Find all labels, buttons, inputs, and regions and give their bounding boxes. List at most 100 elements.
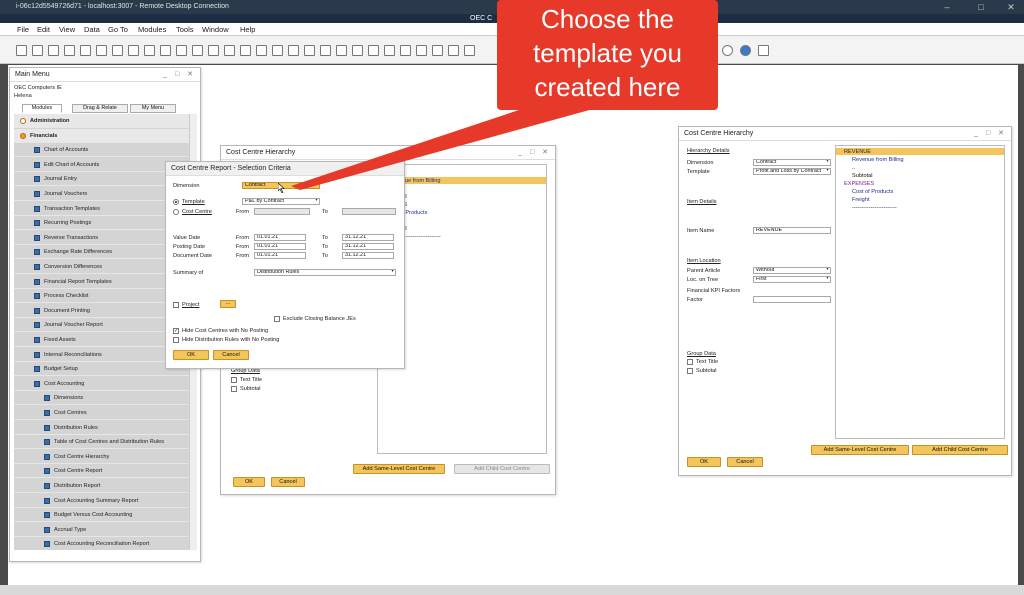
fax-icon[interactable] [64,45,75,56]
tree-item[interactable]: .. [852,165,855,171]
text-title-checkbox[interactable] [231,377,237,383]
globe-icon[interactable] [722,45,733,56]
menu-window[interactable]: Window [202,25,229,34]
filter-icon[interactable] [176,45,187,56]
query-icon[interactable] [384,45,395,56]
menu-tools[interactable]: Tools [176,25,194,34]
minimize-icon[interactable]: – [936,0,958,14]
template-select[interactable]: Profit and Loss by Contract [753,168,831,175]
new-icon[interactable] [16,45,27,56]
main-menu-item[interactable]: Cost Accounting [14,377,190,391]
tree-item[interactable]: REVENUE [844,149,871,155]
exclude-closing-checkbox[interactable] [274,316,280,322]
tab-modules[interactable]: Modules [22,104,62,113]
subtotal-checkbox[interactable] [231,386,237,392]
target-document-icon[interactable] [320,45,331,56]
volume-weight-icon[interactable] [352,45,363,56]
maximize-icon[interactable]: □ [970,0,992,14]
document-date-from-field[interactable]: 01.01.21 [254,252,306,259]
tab-my-menu[interactable]: My Menu [130,104,176,113]
menu-data[interactable]: Data [84,25,100,34]
factor-field[interactable] [753,296,831,303]
main-menu-item[interactable]: Distribution Rules [14,421,190,435]
tree-item[interactable]: Cost of Products [852,189,893,195]
value-date-from-field[interactable]: 01.01.21 [254,234,306,241]
ok-button[interactable]: OK [233,477,265,487]
settings-icon[interactable] [368,45,379,56]
first-record-icon[interactable] [224,45,235,56]
parent-article-select[interactable]: Without [753,267,831,274]
add-same-level-button[interactable]: Add Same-Level Cost Centre [811,445,909,455]
hide-distribution-rules-checkbox[interactable] [173,337,179,343]
main-menu-item[interactable]: Cost Accounting Reconciliation Report [14,537,190,550]
sort-icon[interactable] [192,45,203,56]
tree-item[interactable]: Revenue from Billing [852,157,904,163]
last-record-icon[interactable] [272,45,283,56]
text-title-checkbox[interactable] [687,359,693,365]
next-record-icon[interactable] [256,45,267,56]
menu-file[interactable]: File [17,25,29,34]
tree-item[interactable]: EXPENSES [844,181,874,187]
gross-profit-icon[interactable] [336,45,347,56]
posting-date-from-field[interactable]: 01.01.21 [254,243,306,250]
summary-select[interactable]: Distribution Rules [254,269,396,276]
menu-help[interactable]: Help [240,25,255,34]
lock-icon[interactable] [160,45,171,56]
menu-view[interactable]: View [59,25,75,34]
tree-item[interactable]: Subtotal [852,173,873,179]
main-menu-item[interactable]: Table of Cost Centres and Distribution R… [14,435,190,450]
hide-cost-centres-checkbox[interactable]: ✓ [173,328,179,334]
dimension-select[interactable]: Contract [753,159,831,166]
refresh-icon[interactable] [288,45,299,56]
project-browse-button[interactable]: ... [220,300,236,308]
main-menu-item[interactable]: Recurring Postings [14,216,190,231]
main-menu-item[interactable]: Internal Reconciliations [14,348,190,362]
layout-icon[interactable] [400,45,411,56]
main-menu-item[interactable]: Cost Accounting Summary Report [14,494,190,508]
main-menu-item[interactable]: Chart of Accounts [14,143,190,158]
main-menu-item[interactable]: Journal Voucher Report [14,318,190,333]
cancel-button[interactable]: Cancel [213,350,249,360]
main-menu-item[interactable]: Budget Versus Cost Accounting [14,508,190,523]
tree-item[interactable]: Freight [852,197,869,203]
cost-centre-to-field[interactable] [342,208,396,215]
item-name-field[interactable]: REVENUE [753,227,831,234]
main-menu-item[interactable]: Financials [14,128,190,143]
main-menu-item[interactable]: Journal Vouchers [14,187,190,201]
chart-icon[interactable] [208,45,219,56]
main-menu-item[interactable]: Conversion Differences [14,260,190,274]
cancel-button[interactable]: Cancel [727,457,763,467]
find-icon[interactable] [128,45,139,56]
template-select[interactable]: P&L by Contract [242,198,320,205]
exit-icon[interactable] [758,45,769,56]
main-menu-item[interactable]: Dimensions [14,391,190,406]
help-icon[interactable] [740,45,751,56]
cancel-button[interactable]: Cancel [271,477,305,487]
main-menu-item[interactable]: Cost Centre Report [14,464,190,479]
export-icon[interactable] [80,45,91,56]
attach-icon[interactable] [112,45,123,56]
main-menu-item[interactable]: Accrual Type [14,523,190,537]
main-menu-item[interactable]: Administration [14,114,190,128]
main-menu-item[interactable]: Fixed Assets [14,333,190,347]
template-radio[interactable] [173,199,179,205]
add-same-level-button[interactable]: Add Same-Level Cost Centre [353,464,445,474]
alert-icon[interactable] [448,45,459,56]
menu-edit[interactable]: Edit [37,25,50,34]
main-menu-item[interactable]: Journal Entry [14,172,190,187]
main-menu-item[interactable]: Cost Centre Hierarchy [14,450,190,464]
main-menu-item[interactable]: Financial Report Templates [14,275,190,289]
main-menu-item[interactable]: Budget Setup [14,362,190,377]
document-icon[interactable] [96,45,107,56]
main-menu-item[interactable]: Edit Chart of Accounts [14,158,190,172]
main-menu-item[interactable]: Transaction Templates [14,202,190,216]
message-icon[interactable] [432,45,443,56]
window-controls[interactable]: _ □ ✕ [974,127,1007,141]
previous-record-icon[interactable] [240,45,251,56]
main-menu-item[interactable]: Process Checklist [14,289,190,304]
main-menu-item[interactable]: Exchange Rate Differences [14,245,190,260]
email-icon[interactable] [48,45,59,56]
main-menu-item[interactable]: Distribution Report [14,479,190,493]
print-icon[interactable] [32,45,43,56]
project-checkbox[interactable] [173,302,179,308]
